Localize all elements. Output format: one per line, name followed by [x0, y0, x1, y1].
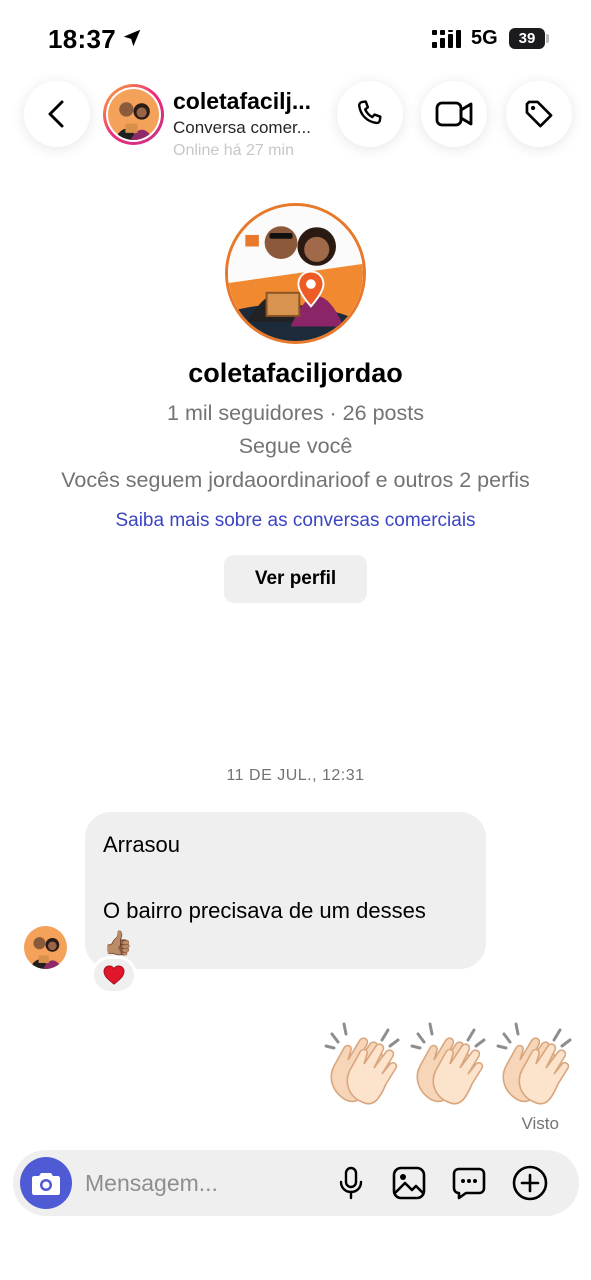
header-online-status: Online há 27 min — [173, 142, 294, 159]
status-bar: 18:37 5G 39 — [0, 0, 591, 74]
label-button[interactable] — [506, 81, 572, 147]
more-options-button[interactable] — [512, 1165, 548, 1201]
status-time: 18:37 — [48, 24, 116, 54]
header-subtitle: Conversa comer... — [173, 118, 311, 137]
header-avatar[interactable] — [103, 84, 164, 145]
network-type: 5G — [471, 27, 498, 49]
plus-circle-icon — [512, 1165, 548, 1201]
heart-reaction[interactable]: ❤️ — [91, 956, 137, 994]
tag-icon — [525, 100, 553, 128]
microphone-icon — [339, 1166, 363, 1200]
chevron-left-icon — [48, 100, 64, 128]
thread-timestamp: 11 DE JUL., 12:31 — [226, 767, 365, 784]
battery-icon: 39 — [509, 28, 545, 49]
follows-you-label: Segue você — [238, 434, 353, 458]
gallery-button[interactable] — [391, 1165, 427, 1201]
profile-stats: 1 mil seguidores · 26 posts — [167, 401, 424, 425]
video-camera-icon — [435, 101, 473, 127]
profile-username: coletafaciljordao — [188, 358, 403, 388]
signal-icon — [432, 30, 464, 48]
location-arrow-icon — [121, 27, 143, 54]
back-button[interactable] — [24, 81, 90, 147]
business-chat-info-link[interactable]: Saiba mais sobre as conversas comerciais — [0, 510, 591, 532]
seen-status: Visto — [521, 1114, 560, 1133]
sticker-button[interactable] — [451, 1165, 487, 1201]
thumbs-up-emoji: 👍🏽 — [103, 930, 133, 957]
chat-bubble-icon — [452, 1167, 486, 1200]
mutual-follows[interactable]: Vocês seguem jordaoordinarioof e outros … — [0, 468, 591, 493]
battery-cap — [546, 34, 549, 43]
message-line: O bairro precisava de um desses — [103, 898, 426, 923]
view-profile-button[interactable]: Ver perfil — [224, 555, 367, 603]
camera-icon — [32, 1173, 60, 1195]
heart-icon — [103, 965, 125, 985]
header-username[interactable]: coletafacilj... — [173, 88, 311, 115]
profile-avatar[interactable] — [225, 203, 366, 344]
message-line: Arrasou — [103, 832, 181, 857]
microphone-button[interactable] — [333, 1165, 369, 1201]
message-composer — [13, 1150, 579, 1216]
image-icon — [392, 1166, 426, 1200]
phone-icon — [358, 100, 382, 125]
voice-call-button[interactable] — [337, 81, 403, 147]
video-call-button[interactable] — [421, 81, 487, 147]
outgoing-clap-emojis[interactable]: 👏🏻👏🏻👏🏻 — [322, 1020, 576, 1108]
sender-avatar[interactable] — [24, 926, 67, 969]
camera-button[interactable] — [20, 1157, 72, 1209]
incoming-message-bubble[interactable]: Arrasou O bairro precisava de um desses … — [85, 812, 486, 969]
message-input[interactable] — [85, 1162, 325, 1204]
chat-header: coletafacilj... Conversa comer... Online… — [0, 74, 591, 190]
